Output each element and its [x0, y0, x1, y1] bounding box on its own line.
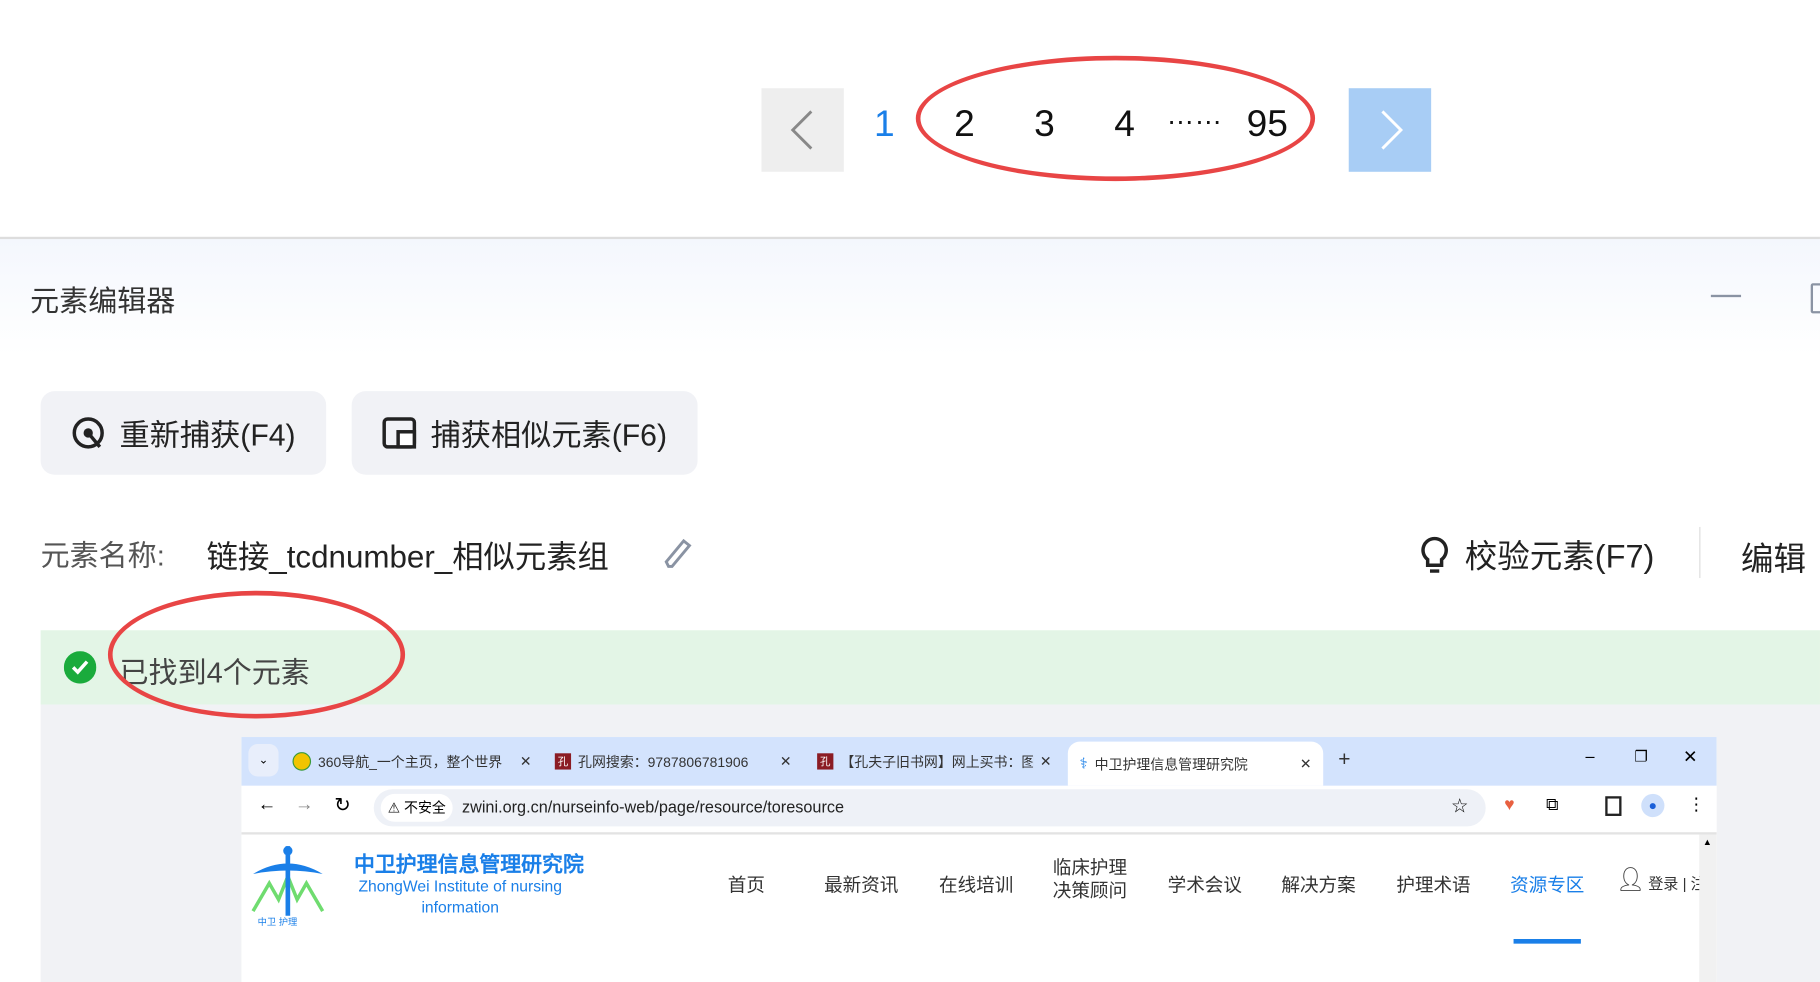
- element-name-label: 元素名称:: [40, 539, 165, 573]
- screenshot-preview-area: ⌄ 360导航_一个主页，整个世界 ✕ 孔 孔网搜索：9787806781906…: [40, 704, 1820, 982]
- tab-title: 【孔夫子旧书网】网上买书：图: [840, 753, 1033, 771]
- svg-text:中卫 护理: 中卫 护理: [258, 916, 298, 927]
- address-bar[interactable]: ⚠ 不安全 zwini.org.cn/nurseinfo-web/page/re…: [373, 789, 1486, 827]
- profile-avatar-icon[interactable]: ●: [1641, 793, 1665, 818]
- nav-resources[interactable]: 资源专区: [1510, 869, 1584, 897]
- puzzle-extensions-icon[interactable]: ⧉: [1546, 795, 1558, 815]
- nav-training[interactable]: 在线培训: [939, 869, 1013, 897]
- nav-conference[interactable]: 学术会议: [1168, 869, 1242, 897]
- capture-similar-icon: [382, 417, 417, 449]
- site-logo-icon[interactable]: 中卫 护理: [244, 842, 332, 930]
- browser-tab[interactable]: 360导航_一个主页，整个世界 ✕: [292, 744, 532, 779]
- browser-tab-active[interactable]: ⚕ 中卫护理信息管理研究院 ✕: [1067, 741, 1324, 786]
- bookmark-star-icon[interactable]: ☆: [1451, 795, 1469, 818]
- edit-pencil-icon[interactable]: [662, 536, 694, 571]
- nav-news[interactable]: 最新资讯: [824, 869, 898, 897]
- login-link[interactable]: 登录 | 注: [1648, 872, 1706, 894]
- zwini-favicon-icon: ⚕: [1079, 754, 1088, 772]
- security-chip[interactable]: ⚠ 不安全: [380, 793, 453, 822]
- forward-icon[interactable]: →: [295, 795, 314, 816]
- site-header: 中卫 护理 中卫护理信息管理研究院 ZhongWei Institute of …: [241, 835, 1706, 982]
- target-icon: [72, 417, 104, 449]
- check-circle-icon: [63, 651, 97, 684]
- address-bar-row: ← → ↻ ⚠ 不安全 zwini.org.cn/nurseinfo-web/p…: [241, 785, 1717, 835]
- window-close-icon[interactable]: ✕: [1683, 746, 1698, 767]
- window-restore-icon[interactable]: ❐: [1634, 747, 1648, 766]
- warning-icon: ⚠: [387, 799, 405, 816]
- page-current[interactable]: 1: [874, 102, 895, 145]
- side-panel-icon[interactable]: [1605, 796, 1622, 816]
- new-tab-icon[interactable]: +: [1338, 747, 1350, 771]
- kongfz-favicon-icon: 孔: [817, 753, 834, 770]
- preview-scrollbar[interactable]: ▲: [1699, 834, 1717, 982]
- browser-tab[interactable]: 孔 【孔夫子旧书网】网上买书：图 ✕: [817, 744, 1052, 779]
- screen: 1 2 3 4 …… 95 元素编辑器 重新捕获(F4) 捕获相似元素(F6) …: [0, 0, 1820, 982]
- nav-active-underline: [1513, 939, 1581, 944]
- close-tab-icon[interactable]: ✕: [1040, 753, 1052, 769]
- chevron-left-icon: [790, 110, 812, 150]
- annotation-circle: [107, 590, 406, 719]
- window-minimize-icon[interactable]: –: [1586, 746, 1595, 765]
- maximize-button[interactable]: [1810, 283, 1820, 314]
- browser-preview: ⌄ 360导航_一个主页，整个世界 ✕ 孔 孔网搜索：9787806781906…: [241, 737, 1717, 982]
- divider: [1699, 526, 1701, 579]
- validate-element-button[interactable]: 校验元素(F7): [1418, 532, 1654, 578]
- recapture-label: 重新捕获(F4): [119, 417, 296, 453]
- tab-strip: ⌄ 360导航_一个主页，整个世界 ✕ 孔 孔网搜索：9787806781906…: [241, 737, 1717, 786]
- panel-title: 元素编辑器: [30, 285, 176, 319]
- capture-similar-label: 捕获相似元素(F6): [430, 417, 668, 453]
- minimize-button[interactable]: [1710, 294, 1742, 298]
- tab-search-chevron-icon[interactable]: ⌄: [248, 744, 279, 777]
- menu-kebab-icon[interactable]: ⋮: [1688, 794, 1705, 815]
- nav-clinical-decision[interactable]: 临床护理决策顾问: [1053, 858, 1130, 904]
- 360-favicon-icon: [292, 752, 312, 771]
- url-text[interactable]: zwini.org.cn/nurseinfo-web/page/resource…: [462, 797, 844, 816]
- edit-button[interactable]: 编辑: [1741, 534, 1806, 580]
- tab-title: 360导航_一个主页，整个世界: [318, 753, 503, 771]
- user-icon[interactable]: 👤︎: [1616, 865, 1645, 894]
- back-icon[interactable]: ←: [258, 795, 277, 816]
- nav-terminology[interactable]: 护理术语: [1396, 869, 1470, 897]
- close-tab-icon[interactable]: ✕: [520, 753, 532, 769]
- element-name-value: 链接_tcdnumber_相似元素组: [206, 539, 609, 575]
- close-tab-icon[interactable]: ✕: [780, 753, 792, 769]
- lightbulb-icon: [1421, 536, 1448, 573]
- tab-title: 中卫护理信息管理研究院: [1094, 756, 1248, 773]
- extension-icon[interactable]: ♥: [1504, 795, 1514, 815]
- nav-solutions[interactable]: 解决方案: [1281, 869, 1355, 897]
- reload-icon[interactable]: ↻: [334, 794, 351, 817]
- capture-similar-button[interactable]: 捕获相似元素(F6): [351, 391, 698, 475]
- tab-title: 孔网搜索：9787806781906: [578, 753, 749, 771]
- next-page-button[interactable]: [1348, 88, 1432, 172]
- validate-label: 校验元素(F7): [1464, 538, 1655, 575]
- close-tab-icon[interactable]: ✕: [1300, 756, 1312, 772]
- security-label: 不安全: [404, 799, 446, 816]
- site-name-en: ZhongWei Institute of nursing informatio…: [358, 877, 562, 916]
- recapture-button[interactable]: 重新捕获(F4): [40, 391, 327, 475]
- nav-home[interactable]: 首页: [728, 869, 765, 897]
- chevron-right-icon: [1380, 110, 1403, 150]
- site-name-cn: 中卫护理信息管理研究院: [354, 853, 584, 877]
- prev-page-button[interactable]: [761, 88, 844, 172]
- kongfz-favicon-icon: 孔: [554, 753, 572, 770]
- annotation-circle: [915, 55, 1316, 182]
- browser-tab[interactable]: 孔 孔网搜索：9787806781906 ✕: [554, 744, 792, 779]
